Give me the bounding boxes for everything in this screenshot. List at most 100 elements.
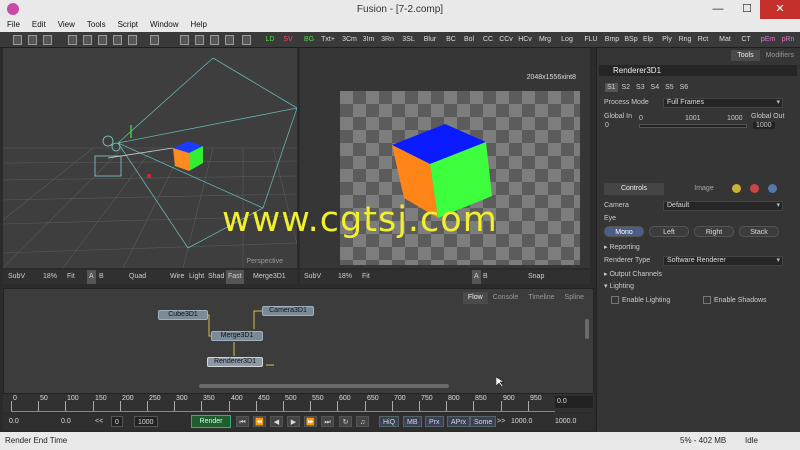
tool-bsp[interactable]: BSp [623,34,639,46]
tool-prn[interactable]: pRn [780,34,796,46]
layout-3-icon[interactable] [210,35,219,45]
menu-edit[interactable]: Edit [27,19,51,30]
play-reverse-icon[interactable]: ◀ [270,416,283,427]
zoom-value[interactable]: 18% [43,270,57,284]
reporting-section[interactable]: ▸ Reporting [604,243,640,251]
tool-log[interactable]: Log [559,34,575,46]
tool-ccv[interactable]: CCv [497,34,515,46]
open-comp-icon[interactable] [28,35,37,45]
tool-blur[interactable]: Blur [421,34,439,46]
menu-help[interactable]: Help [185,19,211,30]
tool-pem[interactable]: pEm [760,34,776,46]
info-icon[interactable] [768,184,777,193]
fit-button[interactable]: Fit [67,270,75,284]
eye-mono-button[interactable]: Mono [604,226,644,237]
tool-3sl[interactable]: 3SL [400,34,417,46]
new-comp-icon[interactable] [13,35,22,45]
tool-ld[interactable]: LD [263,34,277,46]
tool-ply[interactable]: Ply [660,34,674,46]
flow-editor[interactable]: Flow Console Timeline Spline Cube3D1 Camera… [3,288,594,394]
tab-modifiers[interactable]: Modifiers [760,50,800,61]
current-time-field[interactable]: 0.0 [555,396,593,408]
tool-header[interactable]: Renderer3D1 [599,65,797,76]
node-camera3d1[interactable]: Camera3D1 [262,306,314,316]
fast-button[interactable]: Fast [226,270,244,284]
menu-window[interactable]: Window [145,19,183,30]
render-start-field[interactable]: 0.0 [61,416,71,427]
hiq-button[interactable]: HiQ [379,416,400,427]
go-to-end-icon[interactable]: ⏭ [321,416,334,427]
global-start-field[interactable]: 0.0 [9,416,19,427]
loop-icon[interactable] [150,35,159,45]
eye-stack-button[interactable]: Stack [739,226,779,237]
menu-file[interactable]: File [2,19,25,30]
output-channels-section[interactable]: ▸ Output Channels [604,270,662,278]
light-button[interactable]: Light [189,270,204,284]
renderer-type-select[interactable]: Software Renderer [663,256,783,266]
camera-select[interactable]: Default [663,201,783,211]
time-ruler[interactable]: 0 50 100 150 200 250 300 350 400 450 500 550 600 650 7… [3,394,594,412]
wire-button[interactable]: Wire [170,270,184,284]
copy-icon[interactable] [83,35,92,45]
node-renderer3d1[interactable]: Renderer3D1 [207,357,263,367]
enable-shadows-checkbox[interactable]: Enable Shadows [703,296,767,304]
step-forward-button[interactable]: >> [497,416,505,427]
process-mode-select[interactable]: Full Frames [663,98,783,108]
tool-mrg[interactable]: Mrg [537,34,553,46]
render-button[interactable]: Render [191,415,231,428]
layout-2-icon[interactable] [195,35,204,45]
auto-proxy-button[interactable]: APrx [447,416,471,427]
minimize-button[interactable]: — [704,0,732,19]
tool-mat[interactable]: Mat [717,34,733,46]
menu-tools[interactable]: Tools [82,19,111,30]
menu-script[interactable]: Script [113,19,143,30]
tool-bol[interactable]: Bol [461,34,477,46]
tool-ct[interactable]: CT [740,34,752,46]
lighting-section[interactable]: ▾ Lighting [604,282,634,290]
ruler-scale[interactable]: 0 50 100 150 200 250 300 350 400 450 500 550 600 650 7… [11,394,555,412]
step-back-button[interactable]: << [95,416,103,427]
cut-icon[interactable] [68,35,77,45]
zoom-value-right[interactable]: 18% [338,270,352,284]
slot-s1[interactable]: S1 [605,83,618,92]
global-out-value[interactable]: 1000 [753,122,775,129]
tool-3cm[interactable]: 3Cm [341,34,358,46]
paste-icon[interactable] [98,35,107,45]
quad-button[interactable]: Quad [129,270,146,284]
gear-icon[interactable] [750,184,759,193]
tool-bg[interactable]: BG [302,34,316,46]
enable-lighting-checkbox[interactable]: Enable Lighting [611,296,670,304]
tool-3im[interactable]: 3Im [360,34,377,46]
slot-s2[interactable]: S2 [620,83,633,92]
slot-s6[interactable]: S6 [678,83,691,92]
redo-icon[interactable] [128,35,137,45]
global-in-value[interactable]: 0 [605,122,609,129]
fit-button-right[interactable]: Fit [362,270,370,284]
layout-5-icon[interactable] [242,35,251,45]
play-icon[interactable]: ▶ [287,416,300,427]
loop-playback-icon[interactable]: ↻ [339,416,352,427]
flow-vertical-scrollbar[interactable] [585,319,589,339]
eye-right-button[interactable]: Right [694,226,734,237]
tool-3rn[interactable]: 3Rn [379,34,396,46]
selective-update-button[interactable]: Some [470,416,497,427]
tab-image[interactable]: Image [684,183,724,195]
subview-button[interactable]: SubV [8,270,25,284]
tool-bc[interactable]: BC [445,34,457,46]
tool-cc[interactable]: CC [481,34,495,46]
go-to-start-icon[interactable]: ⏮ [236,416,249,427]
close-button[interactable]: ✕ [760,0,800,19]
subview-button-right[interactable]: SubV [304,270,321,284]
shadow-button[interactable]: Shad [208,270,224,284]
motion-blur-button[interactable]: MB [403,416,422,427]
node-merge3d1[interactable]: Merge3D1 [211,331,263,341]
tool-bmp[interactable]: Bmp [603,34,621,46]
slot-s5[interactable]: S5 [663,83,676,92]
range-end-field[interactable]: 1000 [134,416,158,427]
global-range-slider[interactable] [639,124,747,128]
b-buffer-button-right[interactable]: B [483,270,488,284]
tool-rng[interactable]: Rng [677,34,693,46]
range-start-field[interactable]: 0 [111,416,123,427]
snap-button[interactable]: Snap [528,270,544,284]
a-buffer-button[interactable]: A [87,270,96,284]
